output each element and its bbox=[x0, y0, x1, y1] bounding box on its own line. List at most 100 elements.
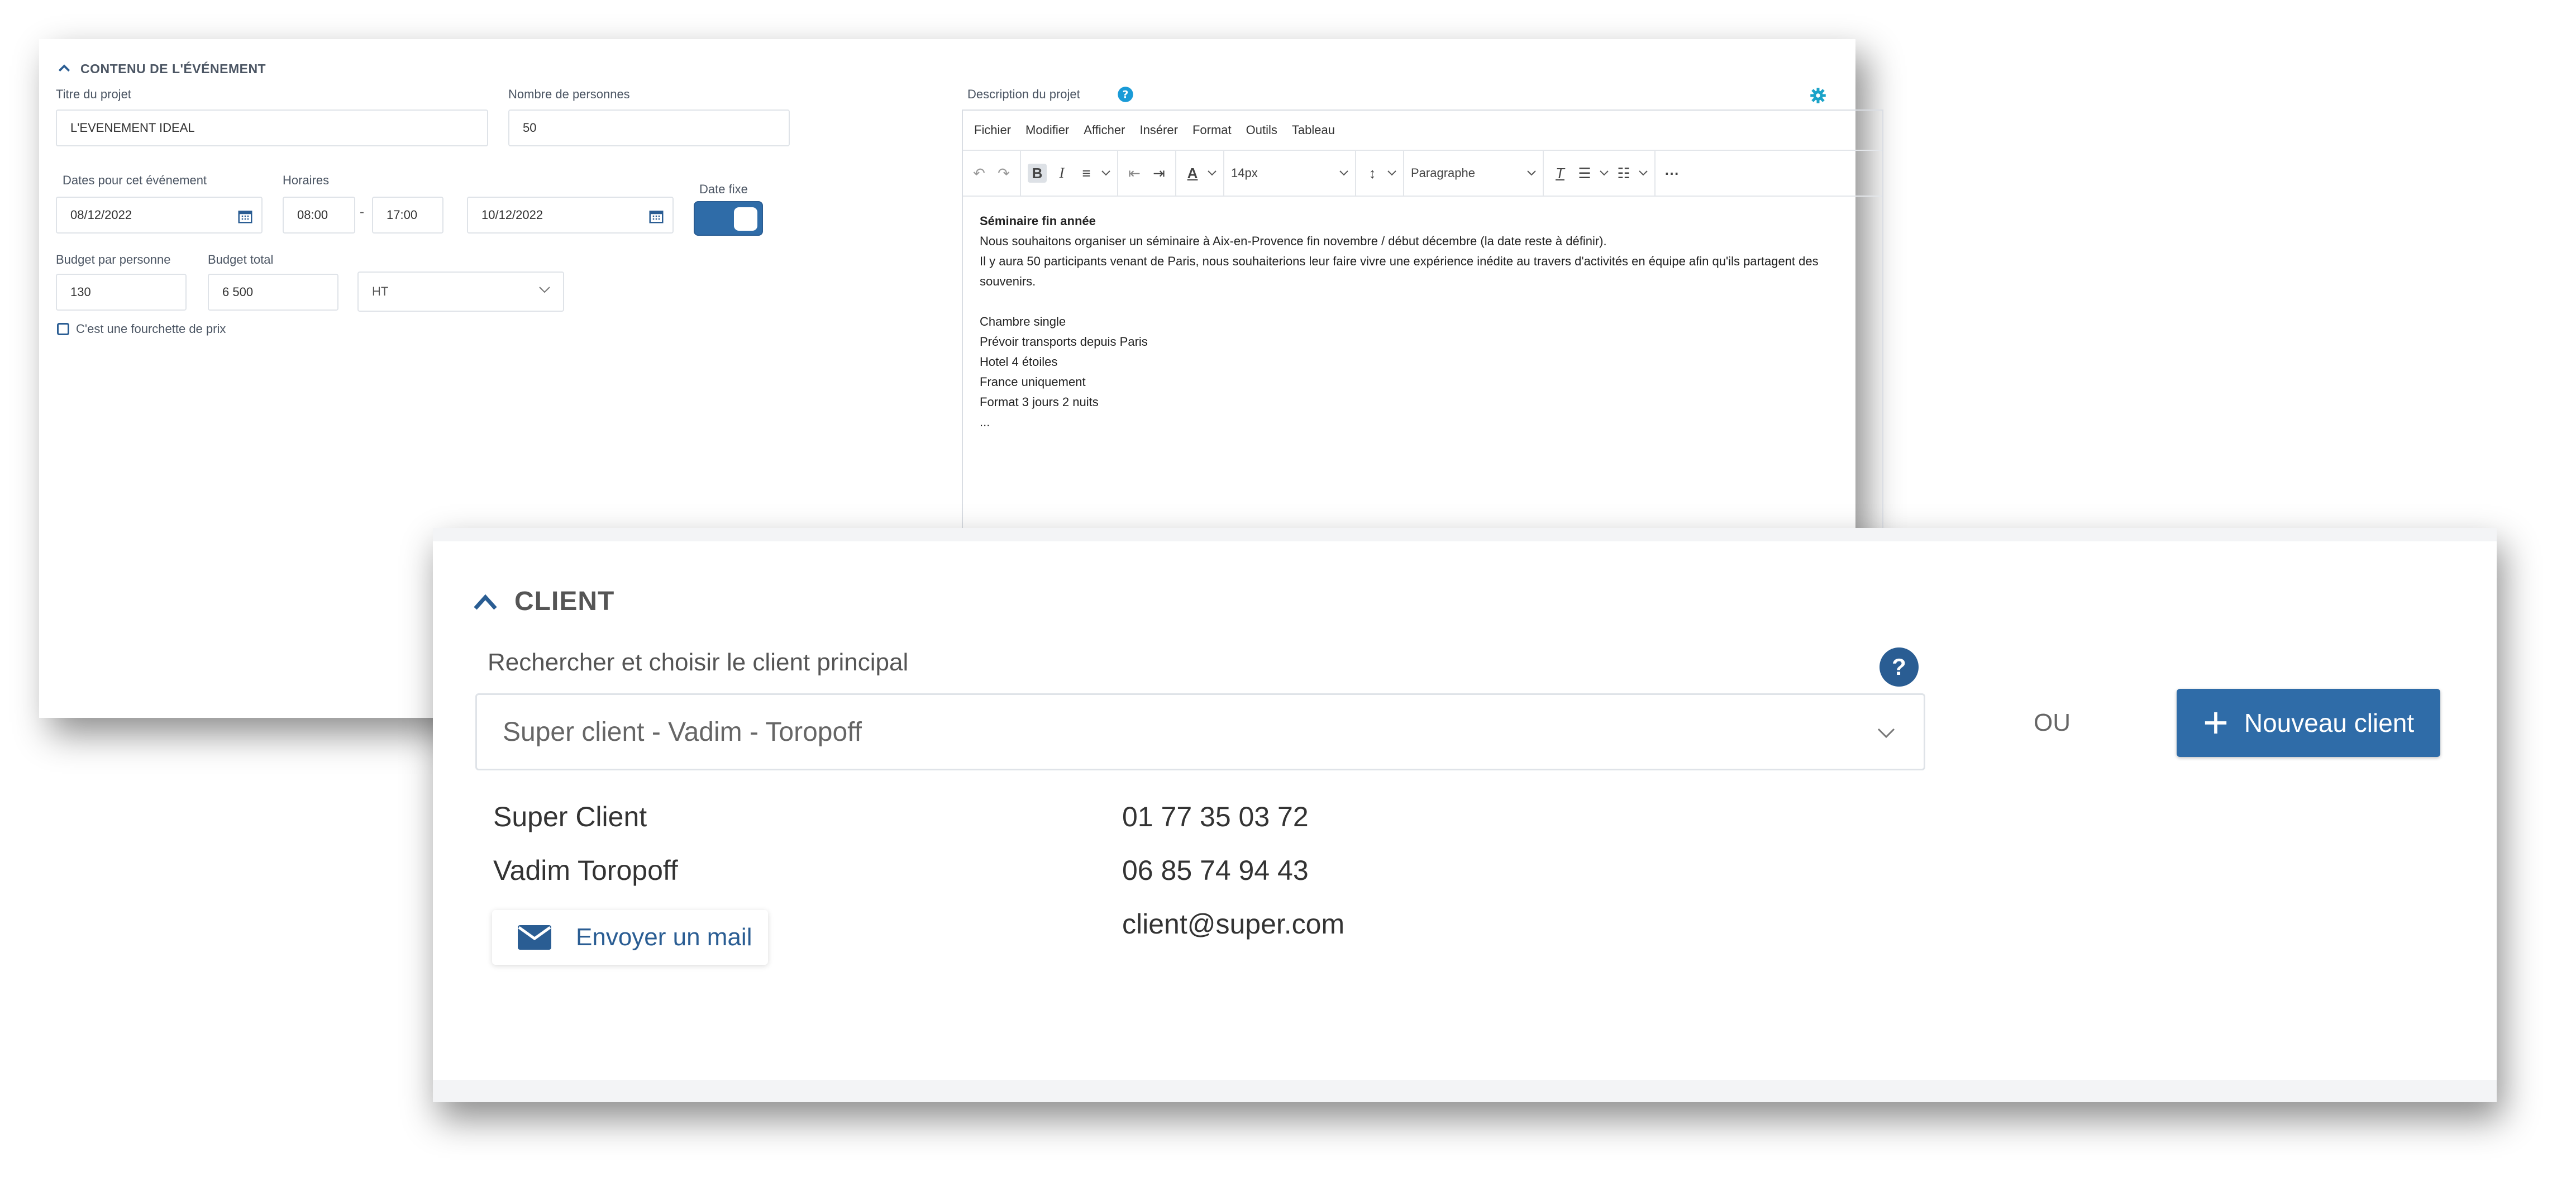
bullet-list-icon[interactable]: ☰ bbox=[1575, 164, 1594, 183]
editor-toolbar: ↶ ↷ B I ≡ ⇤ ⇥ A 14px ↕ Paragraphe T ☰ ☷ … bbox=[963, 150, 1882, 197]
client-email: client@super.com bbox=[1122, 908, 1345, 940]
send-mail-label: Envoyer un mail bbox=[576, 923, 752, 951]
gear-icon[interactable] bbox=[1810, 87, 1826, 104]
chevron-down-icon[interactable] bbox=[1387, 170, 1396, 176]
chevron-down-icon[interactable] bbox=[1600, 170, 1609, 176]
content-line: Chambre single bbox=[980, 315, 1066, 328]
client-panel: CLIENT Rechercher et choisir le client p… bbox=[433, 528, 2497, 1102]
outdent-icon[interactable]: ⇤ bbox=[1125, 164, 1144, 183]
menu-format[interactable]: Format bbox=[1192, 123, 1232, 137]
envelope-icon bbox=[518, 925, 551, 950]
help-icon[interactable]: ? bbox=[1117, 86, 1134, 103]
clear-format-icon[interactable]: T bbox=[1551, 164, 1570, 183]
chevron-up-icon bbox=[58, 64, 70, 72]
start-time-input[interactable]: 08:00 bbox=[283, 197, 355, 234]
start-time-value: 08:00 bbox=[297, 208, 328, 222]
budget-per-person-input[interactable]: 130 bbox=[56, 274, 187, 311]
project-title-input[interactable]: L'EVENEMENT IDEAL bbox=[56, 109, 488, 146]
new-client-label: Nouveau client bbox=[2244, 708, 2415, 737]
content-line: ... bbox=[980, 415, 990, 429]
menu-edit[interactable]: Modifier bbox=[1025, 123, 1069, 137]
description-label: Description du projet bbox=[967, 87, 1080, 101]
chevron-down-icon[interactable] bbox=[1101, 170, 1110, 176]
svg-text:?: ? bbox=[1123, 89, 1129, 101]
font-size-value: 14px bbox=[1231, 166, 1258, 180]
menu-insert[interactable]: Insérer bbox=[1139, 123, 1177, 137]
more-group: ⋯ bbox=[1656, 150, 1688, 196]
menu-file[interactable]: Fichier bbox=[974, 123, 1011, 137]
end-time-value: 17:00 bbox=[387, 208, 418, 222]
budget-total-input[interactable]: 6 500 bbox=[208, 274, 338, 311]
list-group: T ☰ ☷ bbox=[1544, 150, 1656, 196]
bold-icon[interactable]: B bbox=[1028, 164, 1047, 183]
help-icon[interactable]: ? bbox=[1879, 647, 1919, 687]
chevron-down-icon bbox=[1527, 170, 1536, 176]
tax-mode-select[interactable]: HT bbox=[357, 272, 564, 312]
project-title-label: Titre du projet bbox=[56, 87, 131, 101]
start-date-input[interactable]: 08/12/2022 bbox=[56, 197, 263, 234]
menu-table[interactable]: Tableau bbox=[1292, 123, 1335, 137]
content-line: Nous souhaitons organiser un séminaire à… bbox=[980, 234, 1607, 248]
plus-icon bbox=[2205, 712, 2227, 734]
block-format-select[interactable]: Paragraphe bbox=[1404, 150, 1544, 196]
price-range-label: C'est une fourchette de prix bbox=[76, 322, 226, 336]
hours-label: Horaires bbox=[283, 173, 330, 187]
event-section-header[interactable]: CONTENU DE L'ÉVÉNEMENT bbox=[56, 60, 266, 77]
people-count-input[interactable]: 50 bbox=[508, 109, 790, 146]
client-phone-1: 01 77 35 03 72 bbox=[1122, 801, 1309, 832]
price-range-checkbox[interactable] bbox=[57, 323, 69, 335]
calendar-icon[interactable] bbox=[237, 208, 254, 225]
people-count-label: Nombre de personnes bbox=[508, 87, 630, 101]
fixed-date-label: Date fixe bbox=[699, 182, 748, 196]
chevron-up-icon bbox=[474, 594, 497, 609]
content-blank-line bbox=[980, 292, 1866, 312]
align-left-icon[interactable]: ≡ bbox=[1077, 164, 1096, 183]
text-color-icon[interactable]: A bbox=[1183, 164, 1202, 183]
fixed-date-toggle[interactable] bbox=[694, 201, 763, 236]
content-line: Il y aura 50 participants venant de Pari… bbox=[980, 254, 1819, 288]
block-format-value: Paragraphe bbox=[1411, 166, 1475, 180]
client-select-value: Super client - Vadim - Toropoff bbox=[503, 717, 862, 747]
project-title-value: L'EVENEMENT IDEAL bbox=[70, 121, 195, 135]
redo-icon[interactable]: ↷ bbox=[994, 164, 1013, 183]
font-size-select[interactable]: 14px bbox=[1224, 150, 1356, 196]
line-height-icon[interactable]: ↕ bbox=[1363, 164, 1382, 183]
budget-per-person-value: 130 bbox=[70, 285, 91, 299]
client-contact-name: Vadim Toropoff bbox=[493, 855, 678, 886]
chevron-down-icon[interactable] bbox=[1639, 170, 1648, 176]
end-date-input[interactable]: 10/12/2022 bbox=[467, 197, 674, 234]
chevron-down-icon[interactable] bbox=[1208, 170, 1217, 176]
italic-icon[interactable]: I bbox=[1052, 164, 1071, 183]
end-time-input[interactable]: 17:00 bbox=[372, 197, 443, 234]
dates-label: Dates pour cet événement bbox=[63, 173, 207, 187]
send-mail-button[interactable]: Envoyer un mail bbox=[492, 910, 768, 965]
numbered-list-icon[interactable]: ☷ bbox=[1614, 164, 1633, 183]
start-date-value: 08/12/2022 bbox=[70, 208, 132, 222]
calendar-icon[interactable] bbox=[648, 208, 665, 225]
format-group: B I ≡ bbox=[1021, 150, 1118, 196]
budget-total-value: 6 500 bbox=[222, 285, 254, 299]
more-icon[interactable]: ⋯ bbox=[1662, 164, 1681, 183]
budget-per-person-label: Budget par personne bbox=[56, 253, 171, 266]
client-select[interactable]: Super client - Vadim - Toropoff bbox=[475, 693, 1925, 770]
editor-content[interactable]: Séminaire fin année Nous souhaitons orga… bbox=[963, 197, 1882, 447]
chevron-down-icon bbox=[1877, 728, 1895, 739]
menu-tools[interactable]: Outils bbox=[1246, 123, 1277, 137]
line-height-group: ↕ bbox=[1356, 150, 1404, 196]
content-line: Format 3 jours 2 nuits bbox=[980, 395, 1099, 409]
event-section-title: CONTENU DE L'ÉVÉNEMENT bbox=[80, 61, 266, 76]
client-section-header[interactable]: CLIENT bbox=[472, 586, 614, 617]
history-group: ↶ ↷ bbox=[963, 150, 1021, 196]
indent-icon[interactable]: ⇥ bbox=[1149, 164, 1168, 183]
indent-group: ⇤ ⇥ bbox=[1118, 150, 1176, 196]
new-client-button[interactable]: Nouveau client bbox=[2177, 689, 2440, 757]
content-line: France uniquement bbox=[980, 375, 1086, 389]
undo-icon[interactable]: ↶ bbox=[970, 164, 989, 183]
text-color-group: A bbox=[1176, 150, 1224, 196]
client-section-title: CLIENT bbox=[514, 587, 615, 616]
people-count-value: 50 bbox=[523, 121, 537, 135]
client-company: Super Client bbox=[493, 801, 647, 832]
client-search-label: Rechercher et choisir le client principa… bbox=[488, 649, 909, 676]
menu-view[interactable]: Afficher bbox=[1084, 123, 1125, 137]
client-phone-2: 06 85 74 94 43 bbox=[1122, 855, 1309, 886]
